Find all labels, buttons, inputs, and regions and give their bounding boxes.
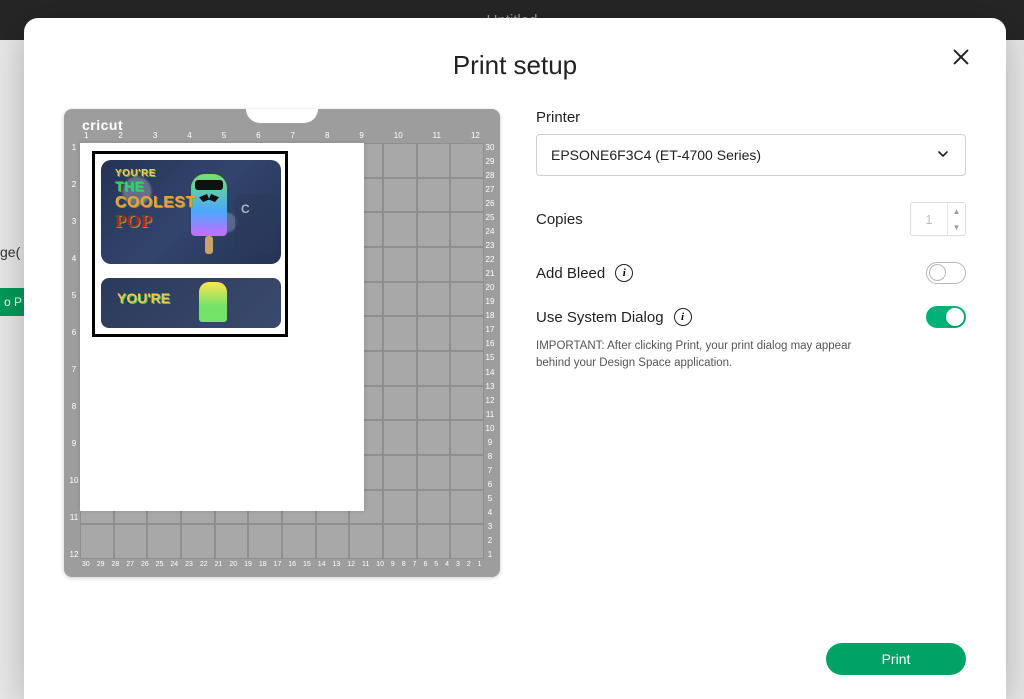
ruler-top: 123456789101112 [80, 131, 484, 141]
printer-label: Printer [536, 109, 966, 126]
popsicle-body-2 [199, 282, 227, 322]
mustache-icon [199, 194, 219, 202]
stepper-up-icon[interactable]: ▲ [948, 203, 965, 219]
copies-label: Copies [536, 211, 583, 228]
copies-input[interactable] [911, 203, 947, 235]
artwork-crop: YOU'RE THE COOLEST POP YOU'RE [92, 151, 288, 337]
ruler-right: 3029282726252423222120191817161514131211… [484, 143, 496, 559]
ruler-left: 123456789101112 [68, 143, 80, 559]
print-controls: Printer EPSONE6F3C4 (ET-4700 Series) Cop… [536, 109, 966, 675]
print-page: YOU'RE THE COOLEST POP YOU'RE [80, 143, 364, 511]
background-text-fragment: ge( [0, 244, 20, 260]
close-icon[interactable] [950, 46, 972, 73]
artwork-overflow-right [235, 194, 277, 254]
add-bleed-toggle[interactable] [926, 262, 966, 284]
stepper-down-icon[interactable]: ▼ [948, 219, 965, 235]
mat-preview: cricut 123456789101112 123456789101112 3… [64, 109, 500, 675]
artwork-text-main: YOU'RE THE COOLEST POP [115, 168, 196, 232]
print-setup-dialog: Print setup cricut 123456789101112 12345… [24, 18, 1006, 699]
popsicle-stick [205, 236, 213, 254]
use-system-dialog-label: Use System Dialog [536, 309, 664, 326]
mat-tab-notch [246, 109, 318, 123]
print-button[interactable]: Print [826, 643, 966, 675]
system-dialog-note: IMPORTANT: After clicking Print, your pr… [536, 338, 862, 371]
info-icon[interactable]: i [674, 308, 692, 326]
ruler-bottom: 3029282726252423222120191817161514131211… [80, 561, 484, 571]
sunglasses-icon [195, 180, 223, 190]
printer-select[interactable]: EPSONE6F3C4 (ET-4700 Series) [536, 134, 966, 176]
chevron-down-icon [935, 146, 951, 165]
add-bleed-label: Add Bleed [536, 265, 605, 282]
info-icon[interactable]: i [615, 264, 633, 282]
printer-selected-value: EPSONE6F3C4 (ET-4700 Series) [551, 147, 761, 163]
use-system-dialog-toggle[interactable] [926, 306, 966, 328]
dialog-title: Print setup [64, 50, 966, 81]
copies-stepper[interactable]: ▲ ▼ [910, 202, 966, 236]
artwork-text-repeat: YOU'RE [117, 290, 170, 306]
